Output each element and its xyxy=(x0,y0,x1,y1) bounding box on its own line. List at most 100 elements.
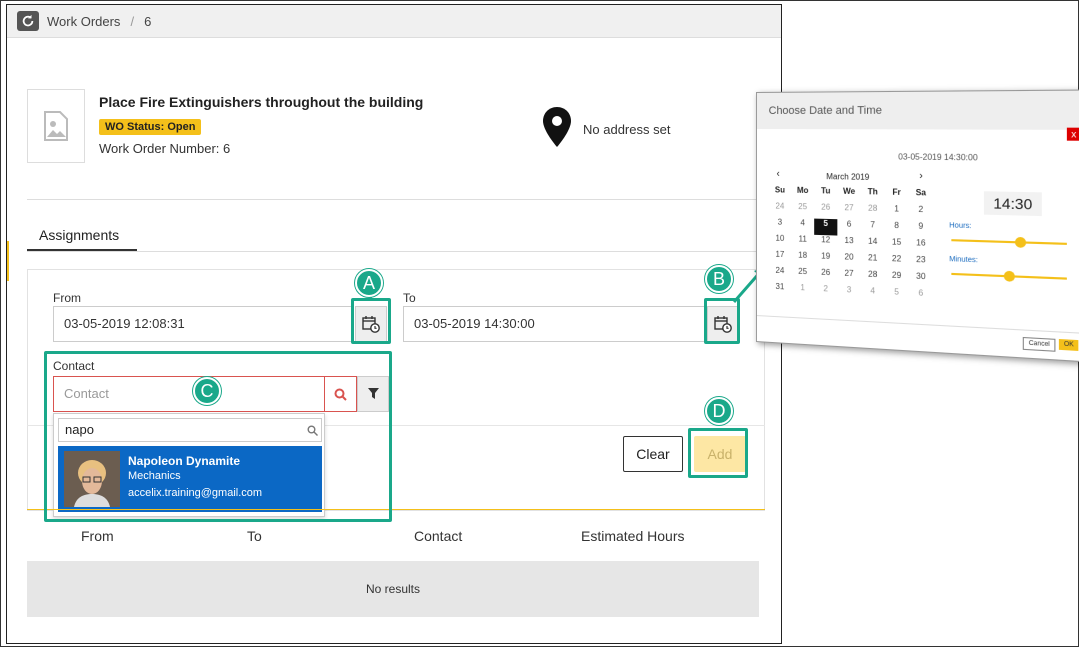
marker-d: D xyxy=(705,397,733,425)
divider xyxy=(27,199,782,200)
weekday-header: Su xyxy=(769,185,792,202)
from-date-field[interactable]: 03-05-2019 12:08:31 xyxy=(53,306,353,342)
calendar-day[interactable]: 14 xyxy=(861,236,885,253)
work-order-title: Place Fire Extinguishers throughout the … xyxy=(99,94,423,110)
calendar-day[interactable]: 9 xyxy=(909,221,933,238)
calendar-day[interactable]: 28 xyxy=(861,203,885,220)
breadcrumb-id: 6 xyxy=(144,14,151,29)
calendar-day[interactable]: 2 xyxy=(909,204,933,221)
hours-label: Hours: xyxy=(949,222,971,230)
highlight-c xyxy=(44,351,392,522)
from-label: From xyxy=(53,291,81,305)
weekday-header: Sa xyxy=(909,188,933,205)
calendar-day[interactable]: 26 xyxy=(814,202,837,219)
datetime-popup: Choose Date and Time x 03-05-2019 14:30:… xyxy=(756,89,1079,362)
calendar-day[interactable]: 2 xyxy=(814,284,837,301)
calendar-grid: Su Mo Tu We Th Fr Sa 24 25 26 27 28 1 2 3 4 5 6 7 8 9 10 11 12 1… xyxy=(769,185,933,305)
calendar-day[interactable]: 26 xyxy=(814,267,837,284)
breadcrumb-work-orders[interactable]: Work Orders xyxy=(47,14,120,29)
calendar-day[interactable]: 27 xyxy=(837,203,860,220)
calendar-day[interactable]: 15 xyxy=(885,237,909,254)
calendar-day[interactable]: 27 xyxy=(837,268,860,285)
cancel-button[interactable]: Cancel xyxy=(1023,337,1055,352)
accent-mark xyxy=(7,241,9,281)
calendar-day[interactable]: 6 xyxy=(837,219,860,236)
weekday-header: Th xyxy=(861,187,885,204)
calendar-day[interactable]: 4 xyxy=(791,218,814,235)
calendar-day[interactable]: 29 xyxy=(885,270,909,288)
calendar-day[interactable]: 25 xyxy=(791,202,814,219)
calendar-day[interactable]: 17 xyxy=(769,249,792,266)
calendar-day[interactable]: 3 xyxy=(837,285,860,303)
calendar-day[interactable]: 8 xyxy=(885,220,909,237)
address-text: No address set xyxy=(583,122,670,137)
minutes-slider[interactable] xyxy=(951,273,1067,280)
work-order-number-label: Work Order Number: xyxy=(99,141,219,156)
location-pin-icon xyxy=(543,107,571,150)
dialog-title: Choose Date and Time xyxy=(757,91,1079,130)
minutes-slider-handle[interactable] xyxy=(1004,271,1015,282)
time-display: 14:30 xyxy=(984,191,1042,216)
breadcrumb-separator: / xyxy=(130,14,134,29)
column-header-contact[interactable]: Contact xyxy=(414,528,462,544)
ok-button[interactable]: OK xyxy=(1059,339,1078,351)
calendar-day[interactable]: 31 xyxy=(769,282,792,299)
calendar-day[interactable]: 13 xyxy=(837,236,860,253)
calendar-day[interactable]: 24 xyxy=(769,266,792,283)
clear-button[interactable]: Clear xyxy=(623,436,683,472)
close-icon[interactable]: x xyxy=(1067,128,1079,141)
calendar-day[interactable]: 12 xyxy=(814,235,837,252)
minutes-label: Minutes: xyxy=(949,256,978,264)
calendar-day[interactable]: 25 xyxy=(791,266,814,283)
calendar-day[interactable]: 6 xyxy=(909,288,933,306)
calendar-day[interactable]: 5 xyxy=(885,287,909,305)
weekday-header: We xyxy=(837,186,860,203)
hours-slider[interactable] xyxy=(951,239,1067,245)
dialog-current-value: 03-05-2019 14:30:00 xyxy=(898,152,978,162)
chevron-right-icon[interactable]: › xyxy=(919,170,923,182)
marker-a: A xyxy=(355,269,383,297)
hours-slider-handle[interactable] xyxy=(1015,237,1026,248)
tab-assignments[interactable]: Assignments xyxy=(27,225,137,251)
weekday-header: Fr xyxy=(885,187,909,204)
calendar-day[interactable]: 4 xyxy=(861,286,885,304)
calendar-day[interactable]: 30 xyxy=(909,271,933,289)
calendar-day[interactable]: 5 xyxy=(814,219,837,236)
calendar-day[interactable]: 24 xyxy=(769,201,792,218)
calendar-day[interactable]: 28 xyxy=(861,269,885,287)
datetime-dialog: Choose Date and Time x 03-05-2019 14:30:… xyxy=(756,89,1079,362)
column-header-from[interactable]: From xyxy=(81,528,114,544)
work-order-app: Work Orders / 6 Place Fire Extinguishers… xyxy=(6,4,782,644)
calendar-day[interactable]: 19 xyxy=(814,251,837,268)
empty-results: No results xyxy=(27,561,759,617)
calendar-day[interactable]: 3 xyxy=(769,217,792,234)
calendar-day[interactable]: 1 xyxy=(885,204,909,221)
calendar-day[interactable]: 11 xyxy=(791,234,814,251)
calendar-day[interactable]: 21 xyxy=(861,253,885,270)
work-order-number-value: 6 xyxy=(223,141,230,156)
marker-b: B xyxy=(705,265,733,293)
calendar-day[interactable]: 10 xyxy=(769,233,792,250)
calendar-day[interactable]: 7 xyxy=(861,220,885,237)
tab-divider xyxy=(27,251,782,252)
calendar-day[interactable]: 22 xyxy=(885,254,909,272)
weekday-header: Tu xyxy=(814,186,837,203)
calendar-day[interactable]: 1 xyxy=(791,283,814,300)
image-placeholder-icon xyxy=(27,89,85,163)
work-order-number: Work Order Number: 6 xyxy=(99,141,230,156)
work-order-header: Place Fire Extinguishers throughout the … xyxy=(27,89,777,169)
calendar-day[interactable]: 18 xyxy=(791,250,814,267)
weekday-header: Mo xyxy=(791,186,814,203)
calendar-day[interactable]: 23 xyxy=(909,254,933,272)
column-header-to[interactable]: To xyxy=(247,528,262,544)
refresh-icon[interactable] xyxy=(17,11,39,31)
column-header-estimated-hours[interactable]: Estimated Hours xyxy=(581,528,684,544)
chevron-left-icon[interactable]: ‹ xyxy=(776,168,779,179)
highlight-a xyxy=(351,298,391,344)
calendar-month: March 2019 xyxy=(826,172,869,182)
calendar-day[interactable]: 16 xyxy=(909,238,933,256)
to-date-field[interactable]: 03-05-2019 14:30:00 xyxy=(403,306,705,342)
calendar-day[interactable]: 20 xyxy=(837,252,860,269)
to-label: To xyxy=(403,291,416,305)
highlight-d xyxy=(688,428,748,478)
